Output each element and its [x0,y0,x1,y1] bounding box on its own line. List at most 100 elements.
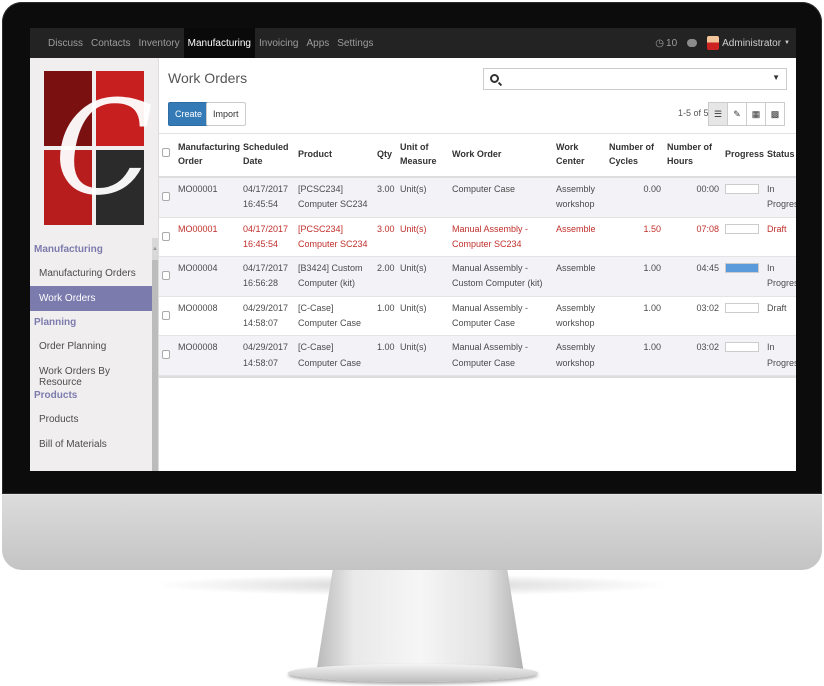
menu-item-settings[interactable]: Settings [333,28,377,58]
create-button[interactable]: Create [168,102,210,126]
monitor-stand-base [288,664,538,682]
pager[interactable]: 1-5 of 5 [678,108,709,118]
cell-progress [722,296,764,337]
column-header-number-of-cycles[interactable]: Number of Cycles [606,134,664,178]
search-dropdown-icon[interactable]: ▼ [772,73,780,82]
table-row[interactable]: MO00008 04/29/2017 14:58:07 [C-Case] Compu… [159,296,796,337]
table-row[interactable]: MO00008 04/29/2017 14:58:07 [C-Case] Compu… [159,335,796,376]
column-header-product[interactable]: Product [295,134,374,178]
cell-cycles: 1.00 [606,335,664,376]
menu-item-manufacturing[interactable]: Manufacturing [183,28,255,58]
activity-indicator[interactable]: ◷ 10 [655,38,677,49]
chat-icon[interactable] [687,39,698,47]
cell-progress [722,217,764,258]
graph-view-icon[interactable]: ▩ [765,102,785,126]
list-view-icon[interactable]: ☰ [708,102,728,126]
cell-cycles: 1.00 [606,296,664,337]
cell-product: [PCSC234] Computer SC234 [295,217,374,258]
import-button[interactable]: Import [206,102,246,126]
cell-mo: MO00008 [175,335,240,376]
table-row[interactable]: MO00001 04/17/2017 16:45:54 [PCSC234] Comp… [159,217,796,258]
search-icon [490,74,499,83]
sidebar-item-work-orders-by-resource[interactable]: Work Orders By Resource [30,359,158,388]
menu-item-inventory[interactable]: Inventory [134,28,183,58]
cell-mo: MO00001 [175,177,240,218]
progress-fill [726,264,758,273]
cell-product: [C-Case] Computer Case [295,296,374,337]
sidebar-item-order-planning[interactable]: Order Planning [30,334,158,359]
cell-status: In Progress [764,256,796,297]
sidebar-section-planning: Planning [34,317,77,328]
select-all-checkbox[interactable] [162,148,170,158]
scroll-up-icon[interactable]: ▲ [152,246,158,252]
row-checkbox[interactable] [162,310,170,320]
table-row[interactable]: MO00001 04/17/2017 16:45:54 [PCSC234] Comp… [159,177,796,218]
cell-work-order: Manual Assembly - Computer Case [449,335,553,376]
sidebar-item-bill-of-materials[interactable]: Bill of Materials [30,432,158,457]
search-input[interactable] [502,71,762,87]
cell-progress [722,335,764,376]
edit-view-icon[interactable]: ✎ [727,102,747,126]
activity-count: 10 [666,37,678,49]
cell-mo: MO00004 [175,256,240,297]
cell-cycles: 1.50 [606,217,664,258]
row-checkbox-cell [159,177,175,218]
cell-progress [722,177,764,218]
table-row[interactable]: MO00004 04/17/2017 16:56:28 [B3424] Custom… [159,256,796,297]
user-menu[interactable]: Administrator ▼ [707,36,790,50]
progress-bar [725,302,759,313]
cell-date: 04/17/2017 16:45:54 [240,217,295,258]
row-checkbox[interactable] [162,192,170,201]
row-checkbox[interactable] [162,271,170,281]
sidebar-scrollbar[interactable]: ▲ [152,238,158,471]
column-header-progress[interactable]: Progress [722,134,764,178]
sidebar-item-products[interactable]: Products [30,407,158,432]
cell-status: Draft [764,217,796,258]
cell-cycles: 1.00 [606,256,664,297]
menu-item-invoicing[interactable]: Invoicing [255,28,302,58]
sidebar-menu: Manufacturing Manufacturing Orders Work Or… [30,238,158,457]
cell-hours: 07:08 [664,217,722,258]
calendar-view-icon[interactable]: ▦ [746,102,766,126]
cell-product: [PCSC234] Computer SC234 [295,177,374,218]
progress-bar [725,184,759,194]
menu-item-apps[interactable]: Apps [302,28,333,58]
cell-qty: 3.00 [374,177,397,218]
table-header: Manufacturing Order Scheduled Date Product… [159,134,796,178]
cell-status: Draft [764,296,796,337]
row-checkbox-cell [159,256,175,297]
cell-work-order: Manual Assembly - Custom Computer (kit) [449,256,553,297]
row-checkbox[interactable] [162,231,170,241]
column-header-work-center[interactable]: Work Center [553,134,606,178]
column-header-number-of-hours[interactable]: Number of Hours [664,134,722,178]
search-bar[interactable]: ▼ [483,68,787,90]
cell-hours: 03:02 [664,335,722,376]
page-title: Work Orders [168,70,248,86]
control-panel: Work Orders ▼ Create Import 1-5 of 5 ☰ ✎… [159,58,796,134]
cell-cycles: 0.00 [606,177,664,218]
column-header-status[interactable]: Status [764,134,796,178]
menu-item-discuss[interactable]: Discuss [44,28,87,58]
column-header-scheduled-date[interactable]: Scheduled Date [240,134,295,178]
scrollbar-thumb[interactable] [152,260,158,471]
cell-work-order: Computer Case [449,177,553,218]
sidebar-item-work-orders[interactable]: Work Orders [30,286,158,311]
progress-bar [725,342,759,353]
cell-date: 04/17/2017 16:45:54 [240,177,295,218]
column-header-qty[interactable]: Qty [374,134,397,178]
company-logo[interactable]: C [30,58,158,238]
cell-hours: 03:02 [664,296,722,337]
menu-item-contacts[interactable]: Contacts [87,28,134,58]
view-switcher: ☰ ✎ ▦ ▩ [708,102,785,126]
row-checkbox-cell [159,296,175,337]
column-header-unit-of-measure[interactable]: Unit of Measure [397,134,449,178]
column-header-work-order[interactable]: Work Order [449,134,553,178]
cell-work-center: Assemble [553,217,606,258]
row-checkbox[interactable] [162,350,170,360]
sidebar-item-manufacturing-orders[interactable]: Manufacturing Orders [30,261,158,286]
column-header-manufacturing-order[interactable]: Manufacturing Order [175,134,240,178]
cell-uom: Unit(s) [397,177,449,218]
user-name: Administrator [722,37,782,49]
cell-work-center: Assembly workshop [553,296,606,337]
cell-work-order: Manual Assembly - Computer SC234 [449,217,553,258]
